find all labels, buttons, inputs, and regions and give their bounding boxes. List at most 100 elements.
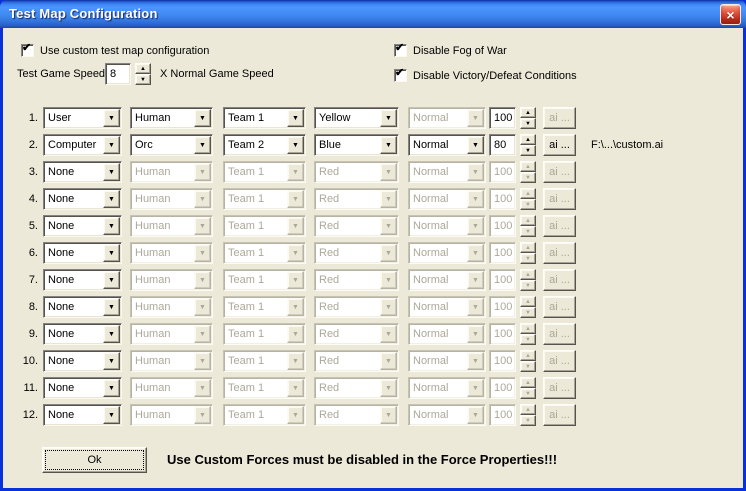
color-select[interactable]: Yellow ▼ bbox=[314, 107, 399, 129]
disable-victory-checkbox[interactable]: ✔ bbox=[394, 69, 407, 82]
dropdown-arrow-button[interactable]: ▼ bbox=[194, 136, 211, 154]
handicap-input[interactable]: 100 bbox=[489, 107, 516, 129]
dropdown-arrow-button[interactable]: ▼ bbox=[194, 217, 211, 235]
team-select[interactable]: Team 1 ▼ bbox=[223, 107, 306, 129]
dropdown-arrow-button[interactable]: ▼ bbox=[467, 136, 484, 154]
dropdown-arrow-button[interactable]: ▼ bbox=[194, 163, 211, 181]
dropdown-arrow-button[interactable]: ▼ bbox=[194, 352, 211, 370]
difficulty-select[interactable]: Normal ▼ bbox=[408, 134, 486, 156]
player-row: 7. None ▼ Human ▼ Team 1 ▼ Red ▼ bbox=[3, 269, 743, 291]
dropdown-arrow-button[interactable]: ▼ bbox=[103, 379, 120, 397]
handicap-input: 100 bbox=[489, 404, 516, 426]
spin-down-button[interactable]: ▼ bbox=[520, 118, 536, 129]
spin-up-button[interactable]: ▲ bbox=[135, 63, 151, 74]
dropdown-arrow-button[interactable]: ▼ bbox=[380, 190, 397, 208]
dropdown-arrow-button[interactable]: ▼ bbox=[103, 244, 120, 262]
arrow-down-icon: ▼ bbox=[525, 391, 531, 397]
race-select[interactable]: Orc ▼ bbox=[130, 134, 213, 156]
dropdown-arrow-button[interactable]: ▼ bbox=[287, 136, 304, 154]
dropdown-arrow-button[interactable]: ▼ bbox=[103, 190, 120, 208]
dropdown-arrow-button[interactable]: ▼ bbox=[287, 271, 304, 289]
dropdown-arrow-button[interactable]: ▼ bbox=[194, 109, 211, 127]
titlebar[interactable]: Test Map Configuration × bbox=[0, 0, 746, 28]
dropdown-arrow-button[interactable]: ▼ bbox=[467, 379, 484, 397]
slot-select[interactable]: User ▼ bbox=[43, 107, 122, 129]
dropdown-arrow-button[interactable]: ▼ bbox=[194, 379, 211, 397]
dropdown-arrow-button[interactable]: ▼ bbox=[287, 217, 304, 235]
dropdown-arrow-button[interactable]: ▼ bbox=[194, 406, 211, 424]
slot-select[interactable]: None ▼ bbox=[43, 323, 122, 345]
slot-select[interactable]: Computer ▼ bbox=[43, 134, 122, 156]
dropdown-arrow-button[interactable]: ▼ bbox=[380, 271, 397, 289]
dropdown-arrow-button[interactable]: ▼ bbox=[380, 406, 397, 424]
dropdown-arrow-button[interactable]: ▼ bbox=[103, 298, 120, 316]
dropdown-arrow-button[interactable]: ▼ bbox=[287, 109, 304, 127]
dropdown-arrow-button[interactable]: ▼ bbox=[467, 163, 484, 181]
dropdown-arrow-button[interactable]: ▼ bbox=[380, 136, 397, 154]
color-select[interactable]: Blue ▼ bbox=[314, 134, 399, 156]
race-select[interactable]: Human ▼ bbox=[130, 107, 213, 129]
slot-select[interactable]: None ▼ bbox=[43, 404, 122, 426]
dropdown-arrow-button[interactable]: ▼ bbox=[380, 244, 397, 262]
spin-down-button[interactable]: ▼ bbox=[520, 145, 536, 156]
dropdown-arrow-button[interactable]: ▼ bbox=[103, 352, 120, 370]
dropdown-arrow-button[interactable]: ▼ bbox=[467, 109, 484, 127]
game-speed-input[interactable]: 8 bbox=[105, 63, 131, 85]
disable-fog-checkbox[interactable]: ✔ bbox=[394, 44, 407, 57]
dropdown-arrow-button[interactable]: ▼ bbox=[380, 325, 397, 343]
slot-select[interactable]: None ▼ bbox=[43, 161, 122, 183]
slot-select[interactable]: None ▼ bbox=[43, 269, 122, 291]
slot-select[interactable]: None ▼ bbox=[43, 350, 122, 372]
color-select: Red ▼ bbox=[314, 323, 399, 345]
dropdown-arrow-button[interactable]: ▼ bbox=[103, 406, 120, 424]
dropdown-arrow-button[interactable]: ▼ bbox=[287, 163, 304, 181]
use-custom-checkbox[interactable]: ✔ bbox=[21, 44, 34, 57]
slot-select[interactable]: None ▼ bbox=[43, 242, 122, 264]
dropdown-arrow-button[interactable]: ▼ bbox=[467, 217, 484, 235]
dropdown-arrow-button[interactable]: ▼ bbox=[287, 298, 304, 316]
dropdown-arrow-button[interactable]: ▼ bbox=[380, 379, 397, 397]
dropdown-arrow-button[interactable]: ▼ bbox=[467, 406, 484, 424]
dropdown-arrow-button[interactable]: ▼ bbox=[467, 271, 484, 289]
dropdown-arrow-button[interactable]: ▼ bbox=[380, 298, 397, 316]
dropdown-arrow-button[interactable]: ▼ bbox=[287, 406, 304, 424]
ok-button[interactable]: Ok bbox=[42, 447, 147, 473]
dropdown-arrow-button[interactable]: ▼ bbox=[194, 190, 211, 208]
spin-down-button[interactable]: ▼ bbox=[135, 74, 151, 85]
dropdown-arrow-button[interactable]: ▼ bbox=[380, 109, 397, 127]
dropdown-arrow-button[interactable]: ▼ bbox=[287, 190, 304, 208]
dropdown-arrow-button[interactable]: ▼ bbox=[103, 163, 120, 181]
dropdown-arrow-button[interactable]: ▼ bbox=[103, 325, 120, 343]
dropdown-arrow-button[interactable]: ▼ bbox=[287, 244, 304, 262]
spin-up-button[interactable]: ▲ bbox=[520, 134, 536, 145]
dropdown-arrow-button[interactable]: ▼ bbox=[287, 352, 304, 370]
dropdown-arrow-button[interactable]: ▼ bbox=[194, 244, 211, 262]
dropdown-arrow-button[interactable]: ▼ bbox=[103, 109, 120, 127]
slot-select[interactable]: None ▼ bbox=[43, 215, 122, 237]
dropdown-arrow-button[interactable]: ▼ bbox=[194, 325, 211, 343]
close-button[interactable]: × bbox=[720, 4, 741, 25]
handicap-input[interactable]: 80 bbox=[489, 134, 516, 156]
dropdown-arrow-button[interactable]: ▼ bbox=[467, 244, 484, 262]
dropdown-arrow-button[interactable]: ▼ bbox=[287, 325, 304, 343]
dropdown-arrow-button[interactable]: ▼ bbox=[287, 379, 304, 397]
dropdown-arrow-button[interactable]: ▼ bbox=[467, 298, 484, 316]
dropdown-arrow-button[interactable]: ▼ bbox=[380, 352, 397, 370]
dropdown-arrow-button[interactable]: ▼ bbox=[103, 136, 120, 154]
dropdown-arrow-button[interactable]: ▼ bbox=[103, 271, 120, 289]
dropdown-arrow-button[interactable]: ▼ bbox=[194, 298, 211, 316]
team-select[interactable]: Team 2 ▼ bbox=[223, 134, 306, 156]
dropdown-arrow-button[interactable]: ▼ bbox=[467, 325, 484, 343]
dropdown-arrow-button[interactable]: ▼ bbox=[380, 217, 397, 235]
slot-select[interactable]: None ▼ bbox=[43, 188, 122, 210]
slot-select[interactable]: None ▼ bbox=[43, 296, 122, 318]
dropdown-arrow-button[interactable]: ▼ bbox=[380, 163, 397, 181]
ai-button[interactable]: ai ... bbox=[543, 134, 576, 156]
dropdown-arrow-button[interactable]: ▼ bbox=[467, 190, 484, 208]
spin-up-button[interactable]: ▲ bbox=[520, 107, 536, 118]
check-icon: ✔ bbox=[395, 67, 404, 80]
dropdown-arrow-button[interactable]: ▼ bbox=[194, 271, 211, 289]
dropdown-arrow-button[interactable]: ▼ bbox=[467, 352, 484, 370]
slot-select[interactable]: None ▼ bbox=[43, 377, 122, 399]
dropdown-arrow-button[interactable]: ▼ bbox=[103, 217, 120, 235]
